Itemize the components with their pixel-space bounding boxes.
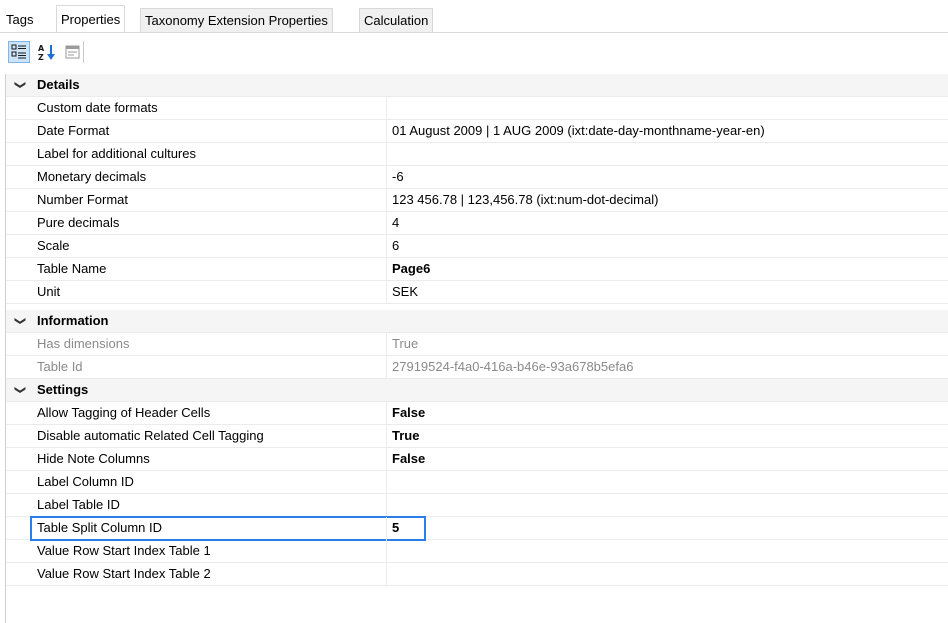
column-divider — [386, 425, 387, 448]
property-row[interactable]: Pure decimals 4 — [6, 212, 948, 235]
property-name: Table Split Column ID — [37, 520, 162, 535]
property-row[interactable]: Allow Tagging of Header Cells False — [6, 402, 948, 425]
category-settings[interactable]: ❯ Settings — [6, 379, 948, 402]
property-row[interactable]: Value Row Start Index Table 2 — [6, 563, 948, 586]
property-value[interactable]: -6 — [392, 166, 404, 188]
property-row[interactable]: Disable automatic Related Cell Tagging Tr… — [6, 425, 948, 448]
column-divider — [386, 356, 387, 379]
property-name: Label Column ID — [37, 474, 134, 489]
chevron-down-icon[interactable]: ❯ — [9, 314, 31, 328]
property-row[interactable]: Value Row Start Index Table 1 — [6, 540, 948, 563]
property-value[interactable]: False — [392, 402, 425, 424]
property-row[interactable]: Label for additional cultures — [6, 143, 948, 166]
property-value[interactable]: False — [392, 448, 425, 470]
property-name: Label Table ID — [37, 497, 120, 512]
property-toolbar: A Z — [0, 33, 948, 73]
property-value: True — [392, 336, 419, 351]
column-divider — [386, 97, 387, 120]
column-divider — [386, 189, 387, 212]
column-divider — [386, 494, 387, 517]
property-value[interactable]: SEK — [392, 281, 418, 303]
column-divider — [386, 235, 387, 258]
sort-alphabetical-icon[interactable]: A Z — [36, 41, 58, 63]
column-divider — [386, 517, 387, 540]
tab-tags[interactable]: Tags — [2, 8, 38, 32]
category-label: Details — [37, 77, 80, 92]
column-divider — [386, 166, 387, 189]
toolbar-separator — [83, 41, 84, 63]
property-value: 27919524-f4a0-416a-b46e-93a678b5efa6 — [392, 359, 634, 374]
tab-properties[interactable]: Properties — [56, 5, 126, 33]
column-divider — [386, 281, 387, 304]
property-row[interactable]: Date Format 01 August 2009 | 1 AUG 2009 (… — [6, 120, 948, 143]
tab-bar: Tags Properties Taxonomy Extension Prope… — [0, 0, 948, 33]
chevron-down-icon[interactable]: ❯ — [9, 78, 31, 92]
property-row[interactable]: Unit SEK — [6, 281, 948, 304]
property-grid: ❯ Details Custom date formats Date Forma… — [5, 74, 948, 623]
property-row[interactable]: Scale 6 — [6, 235, 948, 258]
property-value[interactable]: 5 — [392, 517, 399, 539]
property-name: Value Row Start Index Table 1 — [37, 543, 211, 558]
column-divider — [386, 258, 387, 281]
property-row[interactable]: Number Format 123 456.78 | 123,456.78 (ix… — [6, 189, 948, 212]
property-value[interactable]: 01 August 2009 | 1 AUG 2009 (ixt:date-da… — [392, 120, 765, 142]
property-value[interactable]: 4 — [392, 212, 399, 234]
property-name: Table Id — [37, 359, 83, 374]
property-pages-icon[interactable] — [62, 41, 84, 63]
property-row[interactable]: Hide Note Columns False — [6, 448, 948, 471]
property-name: Table Name — [37, 261, 107, 276]
property-name: Disable automatic Related Cell Tagging — [37, 428, 264, 443]
svg-text:Z: Z — [38, 53, 44, 62]
property-name: Unit — [37, 284, 61, 299]
column-divider — [386, 471, 387, 494]
category-information[interactable]: ❯ Information — [6, 310, 948, 333]
category-label: Settings — [37, 382, 89, 397]
property-name: Has dimensions — [37, 336, 130, 351]
column-divider — [386, 563, 387, 586]
property-value[interactable]: 123 456.78 | 123,456.78 (ixt:num-dot-dec… — [392, 189, 658, 211]
column-divider — [386, 448, 387, 471]
tab-calculation[interactable]: Calculation — [359, 8, 434, 32]
property-name: Number Format — [37, 192, 129, 207]
column-divider — [386, 540, 387, 563]
property-name: Hide Note Columns — [37, 451, 150, 466]
property-row[interactable]: Label Table ID — [6, 494, 948, 517]
category-details[interactable]: ❯ Details — [6, 74, 948, 97]
property-row[interactable]: Has dimensions True — [6, 333, 948, 356]
property-value[interactable]: Page6 — [392, 258, 430, 280]
column-divider — [386, 402, 387, 425]
property-name: Allow Tagging of Header Cells — [37, 405, 211, 420]
categorized-view-icon[interactable] — [8, 41, 30, 63]
column-divider — [386, 212, 387, 235]
property-name: Scale — [37, 238, 70, 253]
svg-text:A: A — [38, 44, 45, 53]
column-divider — [386, 143, 387, 166]
column-divider — [386, 333, 387, 356]
category-label: Information — [37, 313, 109, 328]
tab-taxonomy-extension-properties[interactable]: Taxonomy Extension Properties — [140, 8, 333, 32]
property-row[interactable]: Custom date formats — [6, 97, 948, 120]
property-row[interactable]: Monetary decimals -6 — [6, 166, 948, 189]
property-name: Value Row Start Index Table 2 — [37, 566, 211, 581]
property-name: Custom date formats — [37, 100, 158, 115]
property-name: Pure decimals — [37, 215, 120, 230]
property-value[interactable]: 6 — [392, 235, 399, 257]
property-row[interactable]: Label Column ID — [6, 471, 948, 494]
property-name: Monetary decimals — [37, 169, 147, 184]
chevron-down-icon[interactable]: ❯ — [9, 383, 31, 397]
property-value[interactable]: True — [392, 425, 419, 447]
column-divider — [386, 120, 387, 143]
property-row[interactable]: Table Id 27919524-f4a0-416a-b46e-93a678b5… — [6, 356, 948, 379]
property-name: Date Format — [37, 123, 110, 138]
property-row[interactable]: Table Name Page6 — [6, 258, 948, 281]
property-name: Label for additional cultures — [37, 146, 196, 161]
property-row-focused[interactable]: Table Split Column ID 5 — [6, 516, 948, 541]
